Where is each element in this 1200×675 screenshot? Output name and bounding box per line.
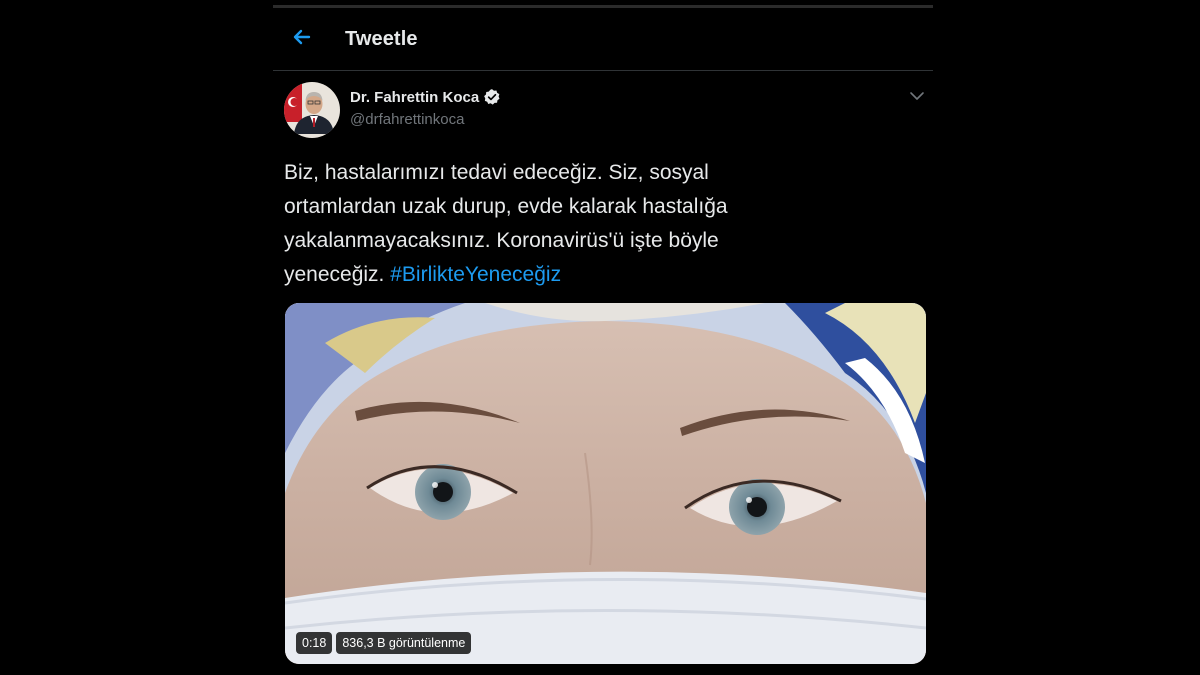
chevron-down-icon [910, 92, 924, 100]
author-handle[interactable]: @drfahrettinkoca [350, 111, 464, 128]
video-duration: 0:18 [296, 632, 333, 654]
video-views: 836,3 B görüntülenme [336, 632, 472, 654]
author-name: Dr. Fahrettin Koca [350, 88, 480, 106]
author-name-row[interactable]: Dr. Fahrettin Koca [350, 88, 501, 106]
avatar[interactable] [284, 82, 340, 138]
arrow-left-icon [293, 29, 311, 45]
header-bar: Tweetle [273, 8, 933, 71]
hashtag-link[interactable]: #BirlikteYeneceğiz [390, 263, 561, 286]
page-title: Tweetle [345, 28, 418, 50]
verified-badge-icon [484, 89, 500, 105]
video-info: 0:18 836,3 B görüntülenme [296, 632, 472, 654]
more-options-button[interactable] [907, 86, 927, 106]
video-player[interactable]: 0:18 836,3 B görüntülenme [285, 303, 926, 664]
video-thumbnail [285, 303, 926, 664]
tweet-detail-panel: Tweetle Dr. Fahrettin Koca @drfahrettink… [273, 0, 933, 675]
tweet-text: Biz, hastalarımızı tedavi edeceğiz. Siz,… [284, 156, 844, 292]
back-button[interactable] [287, 22, 317, 52]
